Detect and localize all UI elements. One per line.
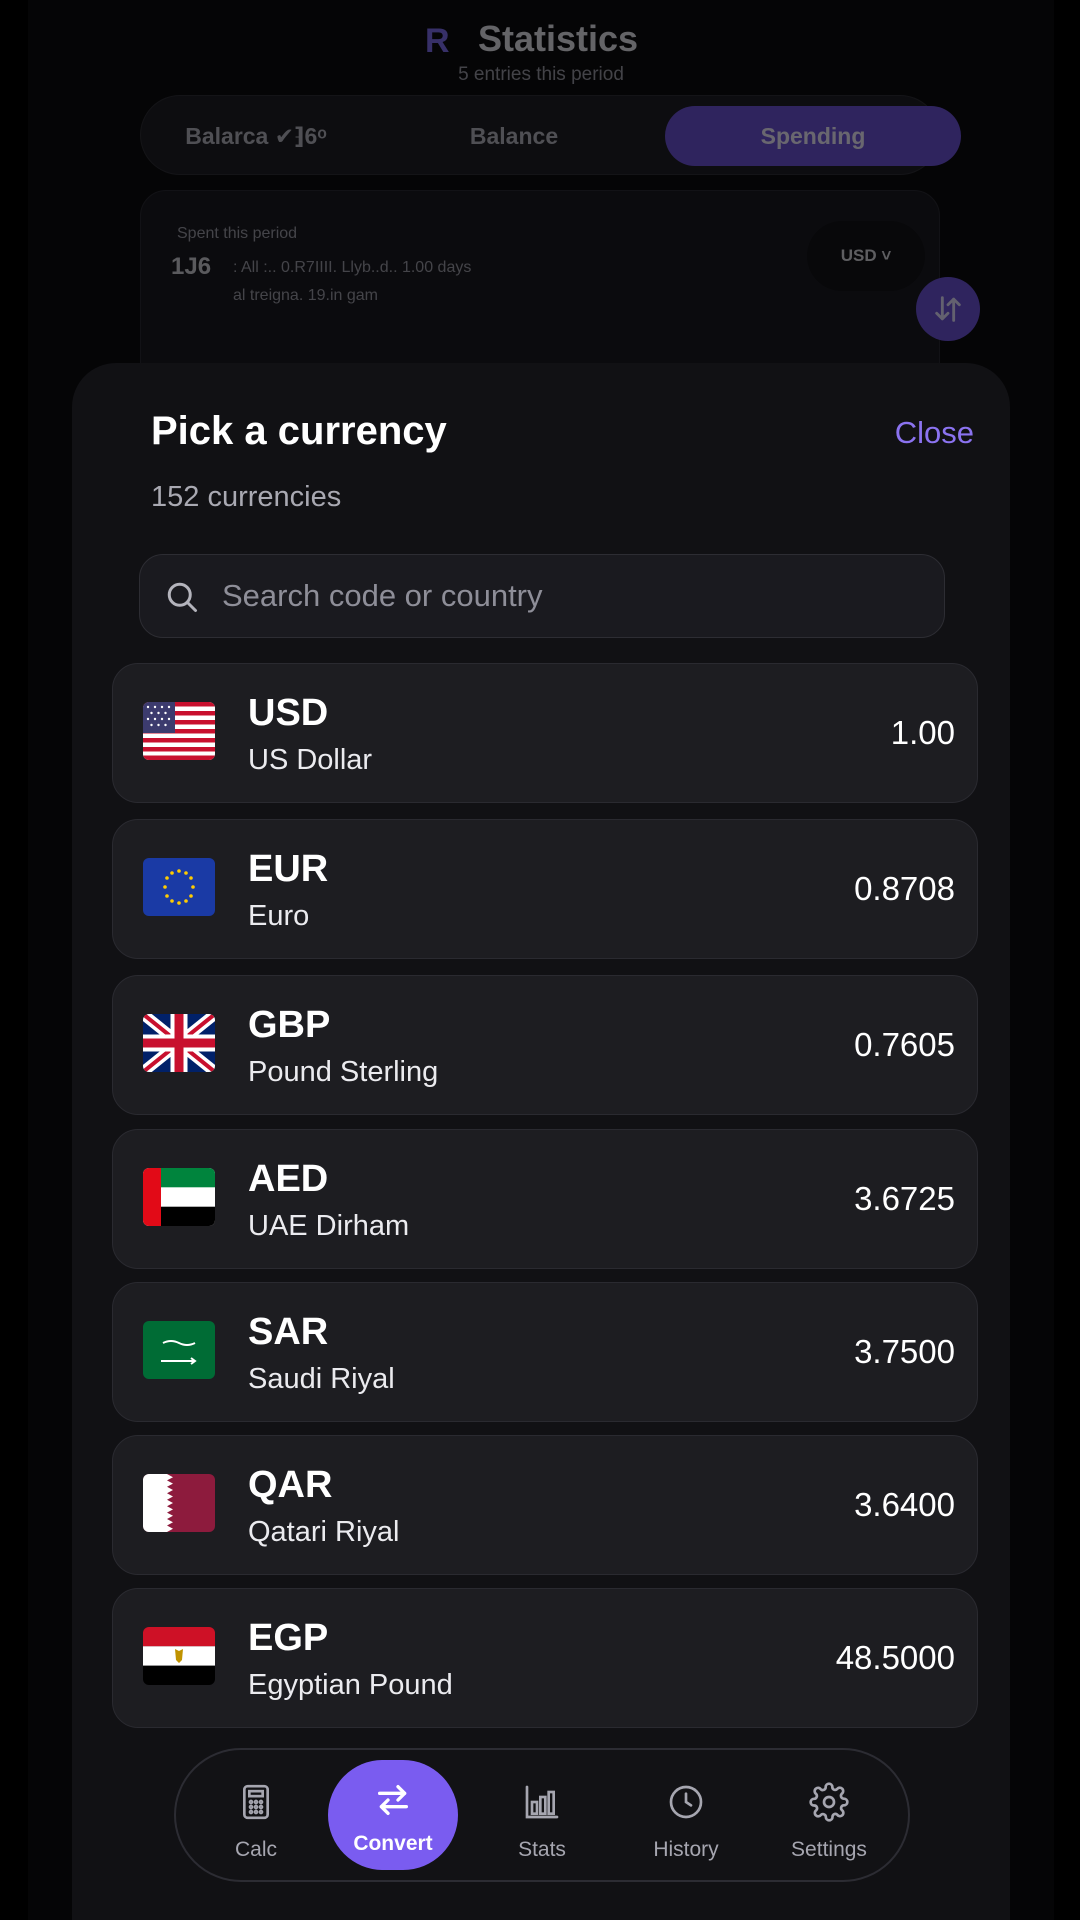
period-segmented-control: Balarca ✔⁆6ᵒ Balance Spending [140, 95, 961, 175]
currency-code: AED [248, 1158, 329, 1200]
segment-balarca: Balarca ✔⁆6ᵒ [185, 123, 327, 149]
search-icon [167, 582, 197, 612]
nav-label: Calc [234, 1838, 277, 1861]
segment-balance: Balance [469, 123, 559, 149]
currency-row-usd[interactable]: USD US Dollar 1.00 [112, 663, 978, 803]
clock-icon [669, 1785, 703, 1819]
background-subtitle: 5 entries this period [458, 64, 624, 85]
currency-row-eur[interactable]: EUR Euro 0.8708 [112, 819, 978, 959]
currency-pill: USD ˅ [807, 221, 925, 291]
currency-code: USD [248, 692, 329, 734]
currency-name: US Dollar [248, 744, 373, 776]
swap-button [916, 277, 980, 341]
app-screen: R Statistics 5 entries this period Balar… [0, 0, 1080, 1920]
eu-flag-icon [143, 858, 215, 916]
currency-name: Euro [248, 900, 310, 932]
currency-rate: 0.8708 [854, 870, 955, 907]
currency-code: EGP [248, 1617, 329, 1659]
nav-stats[interactable]: Stats [478, 1750, 606, 1880]
saudi-flag-icon [143, 1321, 215, 1379]
search-field[interactable] [139, 554, 945, 638]
currency-row-gbp[interactable]: GBP Pound Sterling 0.7605 [112, 975, 978, 1115]
currency-name: Pound Sterling [248, 1056, 439, 1088]
currency-rate: 0.7605 [854, 1026, 955, 1063]
nav-label: History [653, 1838, 719, 1861]
nav-settings[interactable]: Settings [765, 1750, 893, 1880]
left-edge [0, 0, 28, 1920]
us-flag-icon [143, 702, 215, 760]
sheet-title: Pick a currency [151, 409, 447, 453]
egypt-flag-icon [143, 1627, 215, 1685]
bar-chart-icon [525, 1785, 559, 1819]
app-logo-icon: R [425, 22, 450, 60]
card-label: Spent this period [177, 225, 298, 242]
nav-label: Convert [353, 1832, 433, 1855]
currency-count: 152 currencies [151, 481, 342, 513]
gear-icon [809, 1782, 849, 1822]
close-button[interactable]: Close [895, 415, 974, 451]
currency-rate: 48.5000 [835, 1639, 955, 1676]
nav-convert[interactable]: Convert [328, 1760, 458, 1870]
currency-row-qar[interactable]: QAR Qatari Riyal 3.6400 [112, 1435, 978, 1575]
background-title: Statistics [478, 18, 639, 59]
currency-code: EUR [248, 848, 329, 890]
currency-rate: 1.00 [890, 714, 955, 751]
currency-picker-sheet: Pick a currency Close 152 currencies Sea… [72, 363, 1010, 1920]
currency-code: SAR [248, 1311, 329, 1353]
currency-rate: 3.6725 [854, 1180, 955, 1217]
right-edge [1054, 0, 1080, 1920]
currency-name: Saudi Riyal [248, 1363, 395, 1395]
calculator-icon [243, 1784, 269, 1820]
search-input[interactable] [222, 555, 922, 637]
currency-name: Qatari Riyal [248, 1516, 400, 1548]
currency-code: GBP [248, 1004, 331, 1046]
currency-row-aed[interactable]: AED UAE Dirham 3.6725 [112, 1129, 978, 1269]
card-detail-line: : All :.. 0.R7IIII. Llyb..d.. 1.00 days [233, 259, 472, 276]
currency-rate: 3.6400 [854, 1486, 955, 1523]
nav-history[interactable]: History [622, 1750, 750, 1880]
currency-rate: 3.7500 [854, 1333, 955, 1370]
currency-name: Egyptian Pound [248, 1669, 453, 1701]
card-value: 1J6 [171, 253, 212, 280]
currency-row-sar[interactable]: SAR Saudi Riyal 3.7500 [112, 1282, 978, 1422]
uk-flag-icon [143, 1014, 215, 1072]
nav-calc[interactable]: Calc [192, 1750, 320, 1880]
currency-name: UAE Dirham [248, 1210, 410, 1242]
spending-summary-card: Spent this period 1J6 : All :.. 0.R7IIII… [140, 190, 940, 390]
currency-row-egp[interactable]: EGP Egyptian Pound 48.5000 [112, 1588, 978, 1728]
currency-code: QAR [248, 1464, 333, 1506]
nav-label: Stats [518, 1838, 566, 1861]
qatar-flag-icon [143, 1474, 215, 1532]
swap-arrows-icon [378, 1785, 408, 1815]
segment-spending: Spending [665, 106, 961, 166]
swap-vertical-icon [935, 296, 961, 322]
background-statistics-screen: R Statistics 5 entries this period Balar… [28, 0, 1054, 390]
uae-flag-icon [143, 1168, 215, 1226]
nav-label: Settings [791, 1838, 867, 1861]
bottom-navigation: Calc Convert Stats History Settings [174, 1748, 910, 1882]
card-detail-line: al treigna. 19.in gam [233, 287, 378, 304]
